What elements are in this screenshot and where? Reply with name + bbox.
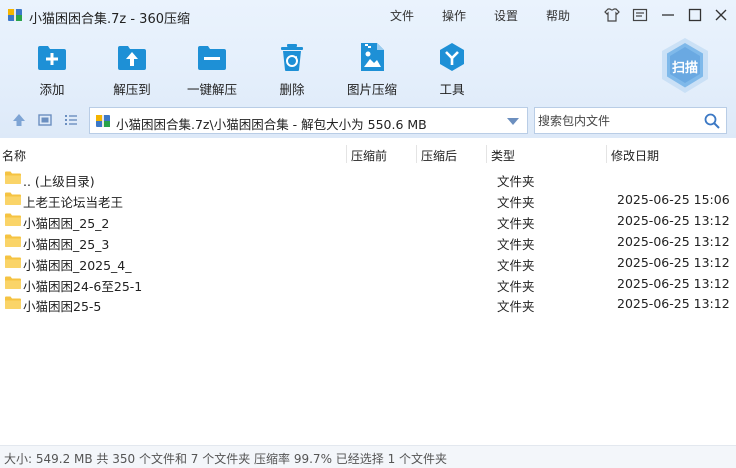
file-type: 文件夹 [497, 299, 535, 315]
up-arrow-icon[interactable] [12, 113, 26, 127]
file-date: 2025-06-25 13:12 [617, 296, 730, 312]
file-type: 文件夹 [497, 236, 535, 252]
file-date: 2025-06-25 13:12 [617, 233, 730, 249]
file-type: 文件夹 [497, 174, 535, 189]
one-click-extract-button[interactable]: 一键解压 [176, 38, 248, 97]
file-name: 小猫困困_25_2 [23, 215, 110, 231]
trash-icon [281, 44, 303, 71]
file-date: 2025-06-25 15:06 [617, 191, 730, 207]
skin-shirt-icon[interactable] [603, 6, 621, 24]
file-name: 小猫困困25-5 [23, 299, 102, 315]
menu-operate[interactable]: 操作 [442, 7, 466, 24]
one-click-extract-label: 一键解压 [186, 82, 237, 97]
column-divider[interactable] [606, 145, 607, 163]
file-row[interactable]: 小猫困困24-6至25-1 文件夹 2025-06-25 13:12 [0, 273, 736, 294]
file-date: 2025-06-25 13:12 [617, 254, 730, 270]
extract-folder-icon [118, 46, 146, 70]
file-type: 文件夹 [497, 215, 535, 231]
archive-file-icon [96, 115, 110, 127]
archive-app-icon [8, 9, 22, 21]
file-name: 小猫困困_2025_4_ [23, 257, 132, 273]
file-row[interactable]: 小猫困困_25_3 文件夹 2025-06-25 13:12 [0, 231, 736, 252]
column-compressed-before[interactable]: 压缩前 [351, 147, 387, 164]
column-modified[interactable]: 修改日期 [611, 147, 659, 164]
folder-icon [5, 213, 21, 226]
folder-icon [5, 255, 21, 268]
file-type: 文件夹 [497, 278, 535, 294]
folder-icon [5, 171, 21, 184]
column-divider[interactable] [346, 145, 347, 163]
file-date: 2025-06-25 13:12 [617, 275, 730, 291]
folder-icon [5, 192, 21, 205]
file-name: .. (上级目录) [23, 174, 95, 189]
search-icon[interactable] [703, 112, 721, 130]
menu-help[interactable]: 帮助 [546, 7, 570, 24]
file-date: 2025-06-25 13:12 [617, 212, 730, 228]
address-bar[interactable]: 小猫困困合集.7z\小猫困困合集 - 解包大小为 550.6 MB [89, 107, 528, 134]
maximize-icon[interactable] [686, 6, 704, 24]
list-view-icon[interactable] [64, 113, 78, 127]
column-divider[interactable] [416, 145, 417, 163]
status-text: 大小: 549.2 MB 共 350 个文件和 7 个文件夹 压缩率 99.7%… [4, 452, 448, 466]
image-compress-label: 图片压缩 [346, 82, 397, 97]
menu-settings[interactable]: 设置 [494, 7, 518, 24]
column-header: 名称 压缩前 压缩后 类型 修改日期 [0, 142, 736, 166]
column-type[interactable]: 类型 [491, 147, 515, 164]
scan-button[interactable]: 扫描 [658, 36, 712, 96]
window-title: 小猫困困合集.7z - 360压缩 [29, 12, 190, 27]
file-name: 小猫困困24-6至25-1 [23, 278, 143, 294]
thumbnail-view-icon[interactable] [38, 113, 52, 127]
delete-label: 删除 [279, 82, 305, 97]
title-bar: 小猫困困合集.7z - 360压缩 文件 操作 设置 帮助 [0, 0, 736, 30]
column-compressed-after[interactable]: 压缩后 [421, 147, 457, 164]
folder-icon [5, 234, 21, 247]
file-type: 文件夹 [497, 257, 535, 273]
file-row[interactable]: 小猫困困_25_2 文件夹 2025-06-25 13:12 [0, 210, 736, 231]
add-label: 添加 [39, 82, 65, 97]
extract-to-button[interactable]: 解压到 [96, 38, 168, 97]
file-name: 上老王论坛当老王 [23, 194, 124, 210]
close-icon[interactable] [712, 6, 730, 24]
menu-file[interactable]: 文件 [390, 7, 414, 24]
search-box[interactable] [534, 107, 727, 134]
status-bar: 大小: 549.2 MB 共 350 个文件和 7 个文件夹 压缩率 99.7%… [0, 445, 736, 468]
add-folder-icon [38, 46, 66, 70]
file-row[interactable]: .. (上级目录) 文件夹 [0, 168, 736, 189]
image-file-icon [361, 43, 384, 71]
tools-button[interactable]: 工具 [416, 38, 488, 97]
tools-hexagon-icon [440, 43, 464, 71]
file-row[interactable]: 上老王论坛当老王 文件夹 2025-06-25 15:06 [0, 189, 736, 210]
file-name: 小猫困困_25_3 [23, 236, 110, 252]
extract-to-label: 解压到 [113, 82, 151, 97]
column-name[interactable]: 名称 [2, 147, 26, 164]
scan-label: 扫描 [671, 61, 698, 76]
one-click-extract-icon [198, 46, 226, 70]
image-compress-button[interactable]: 图片压缩 [336, 38, 408, 97]
file-row[interactable]: 小猫困困25-5 文件夹 2025-06-25 13:12 [0, 293, 736, 314]
file-type: 文件夹 [497, 194, 535, 210]
search-input[interactable] [536, 109, 700, 132]
folder-icon [5, 296, 21, 310]
add-button[interactable]: 添加 [16, 38, 88, 97]
address-dropdown-icon[interactable] [507, 118, 519, 125]
address-path: 小猫困困合集.7z\小猫困困合集 - 解包大小为 550.6 MB [116, 117, 427, 132]
tools-label: 工具 [439, 82, 465, 97]
column-divider[interactable] [486, 145, 487, 163]
minimize-icon[interactable] [659, 6, 677, 24]
feedback-icon[interactable] [631, 6, 649, 24]
file-row[interactable]: 小猫困困_2025_4_ 文件夹 2025-06-25 13:12 [0, 252, 736, 273]
delete-button[interactable]: 删除 [256, 38, 328, 97]
folder-icon [5, 276, 21, 289]
